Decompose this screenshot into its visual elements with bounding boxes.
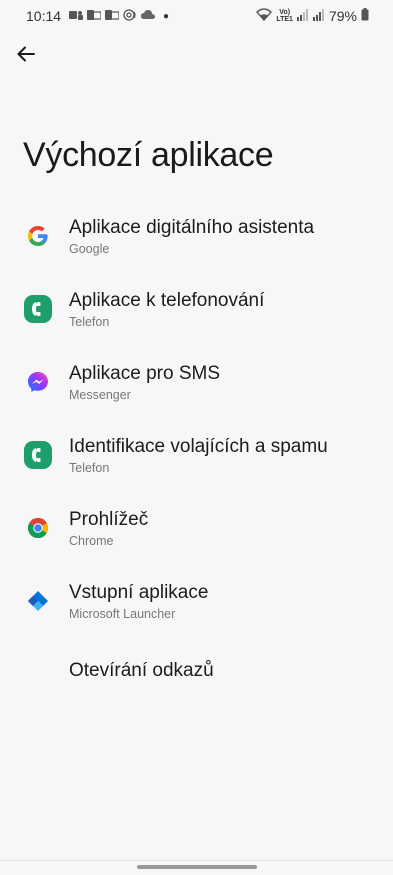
teams-notification-icon [69,8,84,24]
row-title: Vstupní aplikace [69,582,209,603]
default-apps-list: Aplikace digitálního asistenta Google Ap… [0,200,393,711]
caller-id-spam-row[interactable]: Identifikace volajících a spamu Telefon [0,419,393,492]
cloud-icon [141,8,156,24]
signal-icon [296,8,309,24]
row-title: Otevírání odkazů [69,660,214,681]
row-title: Identifikace volajících a spamu [69,436,328,457]
outlook-notification-icon-2 [105,8,120,24]
microsoft-launcher-icon [24,587,52,615]
outlook-notification-icon [87,8,102,24]
row-subtitle: Messenger [69,388,131,402]
status-bar-left: 10:14 ● [26,8,169,24]
browser-row[interactable]: Prohlížeč Chrome [0,492,393,565]
back-arrow-icon [17,46,35,62]
google-icon [24,222,52,250]
row-subtitle: Microsoft Launcher [69,607,176,621]
at-sign-icon [123,8,137,24]
row-subtitle: Google [69,242,110,256]
gesture-navigation-handle[interactable] [137,865,257,869]
status-bar-right: Vo) LTE1 79% [256,8,369,24]
phone-app-row[interactable]: Aplikace k telefonování Telefon [0,273,393,346]
row-title: Prohlížeč [69,509,149,530]
messenger-icon [24,368,52,396]
row-title: Aplikace digitálního asistenta [69,217,315,238]
row-title: Aplikace k telefonování [69,290,265,311]
sms-app-row[interactable]: Aplikace pro SMS Messenger [0,346,393,419]
wifi-icon [256,8,273,24]
status-time: 10:14 [26,8,62,24]
digital-assistant-row[interactable]: Aplikace digitálního asistenta Google [0,200,393,273]
nav-bar-divider [0,860,393,861]
more-notifications-dot: ● [163,10,170,22]
phone-app-icon [24,295,52,323]
row-subtitle: Telefon [69,315,110,329]
opening-links-row[interactable]: Otevírání odkazů [0,638,393,711]
battery-icon [361,8,369,24]
back-button[interactable] [10,38,42,70]
home-app-row[interactable]: Vstupní aplikace Microsoft Launcher [0,565,393,638]
row-subtitle: Telefon [69,461,110,475]
row-subtitle: Chrome [69,534,114,548]
status-bar: 10:14 ● Vo) LTE1 79% [0,0,393,32]
volte-indicator: Vo) LTE1 [276,9,293,23]
battery-percentage: 79% [328,8,357,24]
chrome-icon [24,514,52,542]
phone-app-icon [24,441,52,469]
row-title: Aplikace pro SMS [69,363,221,384]
signal-icon-2 [312,8,325,24]
page-title: Výchozí aplikace [23,136,274,174]
